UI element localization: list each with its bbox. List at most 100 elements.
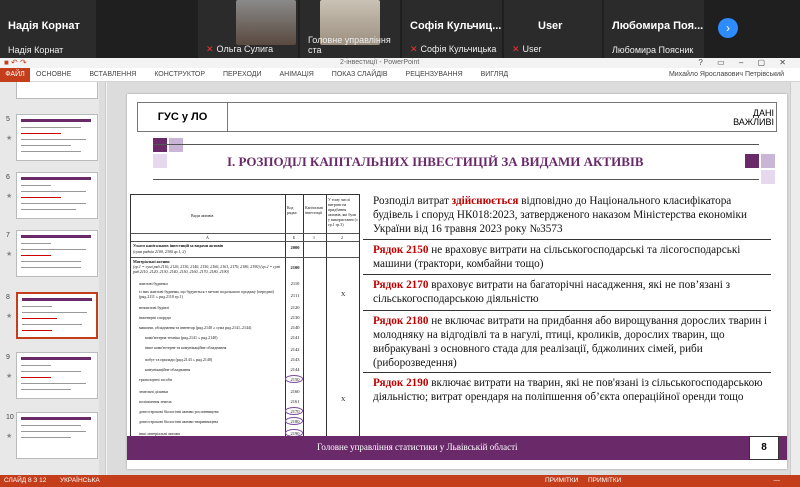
participant-label: Головне управління ста — [308, 35, 391, 55]
thumbnails-scrollbar[interactable] — [99, 82, 105, 475]
thumbnail-number: 6 — [6, 174, 10, 181]
ribbon-tabs: ФАЙЛ ОСНОВНЕ ВСТАВЛЕННЯ КОНСТРУКТОР ПЕРЕ… — [0, 68, 800, 82]
slide-thumbnails: 5 ★ 6 ★ 7 ★ 8 ★ 9 ★ 10 ★ — [0, 82, 106, 475]
table-x-mark: Х — [341, 397, 346, 403]
participant-tile[interactable]: Любомира Поя... Любомира Поясник — [604, 0, 704, 58]
participant-name: Любомира Поя... — [612, 20, 704, 32]
participant-video — [236, 0, 296, 45]
table-row-label: довгострокові біологічні активи тваринни… — [139, 419, 218, 424]
table-row-label: довгострокові біологічні активи рослинни… — [139, 409, 219, 414]
paragraph-row-2180: Рядок 2180 не включає витрати на придбан… — [373, 315, 768, 369]
document-title: 2-інвестиції - PowerPoint — [340, 59, 420, 66]
table-col-letter: 1 — [313, 235, 315, 240]
participant-tile[interactable]: Софія Кульчиц... ✕ Софія Кульчицька — [402, 0, 502, 58]
comments-button[interactable]: ПРИМІТКИ — [588, 477, 621, 484]
table-row-code: 2142 — [290, 347, 300, 352]
table-row-label: комунікаційне обладнання — [145, 367, 191, 372]
notes-button[interactable]: ПРИМІТКИ — [545, 477, 578, 484]
thumbnail-item[interactable]: 10 ★ — [6, 412, 101, 462]
header-org: ГУС у ЛО — [138, 103, 228, 131]
mic-muted-icon: ✕ — [410, 44, 418, 54]
tab-home[interactable]: ОСНОВНЕ — [36, 71, 71, 78]
table-row-code: 2141 — [290, 335, 300, 340]
powerpoint-window: ■ ↶ ↷ 2-інвестиції - PowerPoint ? ▭ – ▢ … — [0, 58, 800, 487]
participant-label: User — [522, 44, 542, 54]
separator — [363, 239, 771, 240]
thumbnail-number: 10 — [6, 414, 14, 421]
paragraph-intro: Розподіл витрат здійснюється відповідно … — [373, 195, 747, 235]
table-row-code: 2161 — [290, 399, 300, 404]
mic-muted-icon: ✕ — [206, 44, 214, 54]
transition-star-icon: ★ — [6, 193, 13, 200]
thumbnail-item[interactable]: 5 ★ — [6, 114, 101, 164]
thumbnail-item[interactable]: 7 ★ — [6, 230, 101, 280]
tab-view[interactable]: ВИГЛЯД — [481, 71, 509, 78]
transition-star-icon: ★ — [6, 313, 13, 320]
highlight-oval — [285, 375, 303, 383]
thumbnail-item[interactable]: 9 ★ — [6, 352, 101, 402]
table-row-label: (гр.1 = сумі ряд.2110, 2120, 2130, 2140,… — [133, 264, 281, 274]
transition-star-icon: ★ — [6, 433, 13, 440]
participant-name: Софія Кульчиц... — [410, 20, 502, 32]
thumbnail-item[interactable]: 6 ★ — [6, 172, 101, 222]
table-col-head: У тому числі витрати на придбання активі… — [328, 197, 358, 227]
table-row-label: із них житлові будинки, що будуються з м… — [139, 289, 274, 299]
tab-review[interactable]: РЕЦЕНЗУВАННЯ — [406, 71, 463, 78]
table-row-code: 2000 — [290, 245, 300, 250]
form-table: Види активів Код рядка Капітальні інвест… — [130, 194, 360, 444]
thumbnail-number: 9 — [6, 354, 10, 361]
table-row-label: нежитлові будівлі — [139, 305, 170, 310]
table-col-head: Види активів — [191, 213, 214, 218]
table-row-code: 2160 — [290, 389, 300, 394]
table-row-label: інше комп'ютерне та комунікаційне обладн… — [145, 345, 227, 350]
slide-header: ГУС у ЛО ДАНІ ВАЖЛИВІ — [137, 102, 777, 132]
quick-access-icons[interactable]: ■ ↶ ↷ — [4, 58, 27, 67]
table-row-label: побут та прилади (ряд.2143 ≤ ряд.2140) — [145, 357, 213, 362]
separator — [363, 310, 771, 311]
header-tagline: ДАНІ ВАЖЛИВІ — [733, 108, 774, 127]
highlight-oval — [285, 417, 303, 425]
participant-label: Надія Корнат — [8, 45, 64, 55]
participant-label: Ольга Сулига — [216, 44, 274, 54]
thumbnail-number: 5 — [6, 116, 10, 123]
table-row-label: транспортні засоби — [139, 377, 172, 382]
table-row-code: 2120 — [290, 305, 300, 310]
table-row-label: машини, обладнання та інвентар (ряд.2140… — [139, 325, 252, 330]
table-row-label: інженерні споруди — [139, 315, 171, 320]
tab-slideshow[interactable]: ПОКАЗ СЛАЙДІВ — [332, 71, 388, 78]
table-row-code: 2143 — [290, 357, 300, 362]
table-x-mark: Х — [341, 292, 346, 298]
table-col-letter: 2 — [341, 235, 343, 240]
thumbnail-number: 7 — [6, 232, 10, 239]
mic-muted-icon: ✕ — [512, 44, 520, 54]
table-row-code: 2130 — [290, 315, 300, 320]
separator — [363, 372, 771, 373]
zoom-slider[interactable]: — — [774, 477, 781, 484]
participant-label: Любомира Поясник — [612, 45, 694, 55]
next-participants-button[interactable]: › — [718, 18, 738, 38]
tab-design[interactable]: КОНСТРУКТОР — [154, 71, 205, 78]
tab-animation[interactable]: АНІМАЦІЯ — [279, 71, 313, 78]
participant-tile-video[interactable]: ✕ Ольга Сулига — [198, 0, 298, 58]
tab-insert[interactable]: ВСТАВЛЕННЯ — [89, 71, 136, 78]
participant-tile[interactable]: User ✕ User — [504, 0, 602, 58]
thumbnail-item-selected[interactable]: 8 ★ — [6, 292, 101, 342]
user-name[interactable]: Михайло Ярославович Петрівський — [669, 71, 784, 78]
transition-star-icon: ★ — [6, 251, 13, 258]
decor-square — [761, 170, 775, 184]
participant-tile-video[interactable]: Головне управління ста — [300, 0, 400, 58]
canvas-scrollbar[interactable] — [790, 82, 800, 475]
language-indicator[interactable]: УКРАЇНСЬКА — [60, 477, 100, 484]
thumbnail-item[interactable] — [6, 82, 101, 102]
decor-square — [761, 154, 775, 168]
table-row-code: 2144 — [290, 367, 300, 372]
highlight-oval — [285, 407, 303, 415]
file-tab[interactable]: ФАЙЛ — [0, 68, 30, 82]
table-row-label: земельні ділянки — [139, 389, 168, 394]
window-controls[interactable]: ? ▭ – ▢ ✕ — [698, 58, 792, 67]
status-bar: СЛАЙД 8 З 12 УКРАЇНСЬКА ПРИМІТКИ ПРИМІТК… — [0, 475, 800, 487]
table-row-code: 2110 — [290, 281, 300, 286]
paragraph-row-2150: Рядок 2150 не враховує витрати на сільсь… — [373, 244, 741, 270]
participant-tile[interactable]: Надія Корнат Надія Корнат — [0, 0, 96, 58]
tab-transitions[interactable]: ПЕРЕХОДИ — [223, 71, 262, 78]
